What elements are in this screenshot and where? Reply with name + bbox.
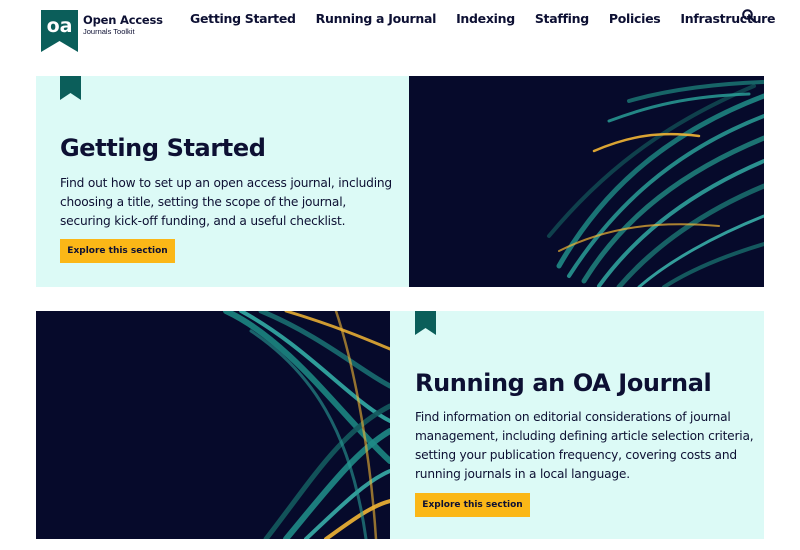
section-card-getting-started: Getting Started Find out how to set up a… <box>36 76 409 287</box>
section-image-running-journal <box>36 311 390 539</box>
site-logo[interactable]: oa Open Access Journals Toolkit <box>41 10 163 52</box>
logo-subtitle: Journals Toolkit <box>83 26 135 36</box>
section-image-getting-started <box>409 76 764 287</box>
nav-item-running-a-journal[interactable]: Running a Journal <box>316 11 437 26</box>
bookmark-icon <box>415 311 436 335</box>
section-title: Running an OA Journal <box>415 369 712 397</box>
explore-section-button[interactable]: Explore this section <box>415 493 530 517</box>
logo-title: Open Access <box>83 13 163 27</box>
section-description: Find out how to set up an open access jo… <box>60 176 392 228</box>
nav-item-policies[interactable]: Policies <box>609 11 661 26</box>
explore-section-button[interactable]: Explore this section <box>60 239 175 263</box>
logo-text: Open Access Journals Toolkit <box>83 13 163 36</box>
logo-mark: oa <box>41 10 78 52</box>
site-header: oa Open Access Journals Toolkit Getting … <box>0 0 800 60</box>
abstract-swirl-image <box>223 311 390 539</box>
nav-item-indexing[interactable]: Indexing <box>456 11 515 26</box>
nav-item-staffing[interactable]: Staffing <box>535 11 589 26</box>
section-title: Getting Started <box>60 134 266 162</box>
logo-mark-text: oa <box>47 15 73 37</box>
bookmark-icon <box>60 76 81 100</box>
nav-item-getting-started[interactable]: Getting Started <box>190 11 296 26</box>
section-description: Find information on editorial considerat… <box>415 410 754 481</box>
section-card-running-journal: Running an OA Journal Find information o… <box>390 311 764 539</box>
main-nav: Getting Started Running a Journal Indexi… <box>190 11 776 26</box>
abstract-wave-image <box>547 80 764 287</box>
nav-item-infrastructure[interactable]: Infrastructure <box>680 11 775 26</box>
search-icon[interactable] <box>741 8 757 24</box>
